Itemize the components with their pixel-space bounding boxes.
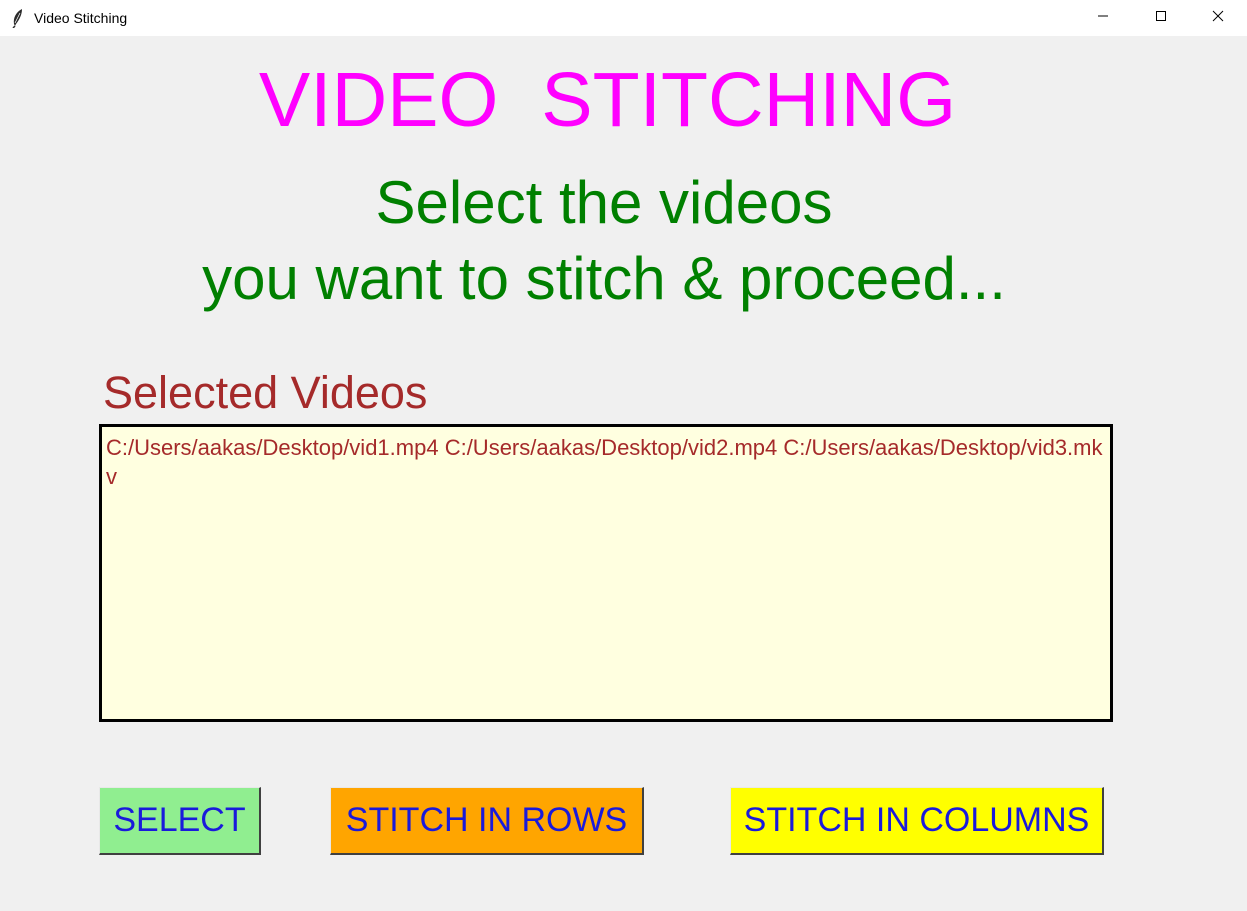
- instruction-line-1: Select the videos: [375, 169, 833, 236]
- close-icon: [1212, 9, 1224, 27]
- stitch-in-rows-button[interactable]: STITCH IN ROWS: [330, 787, 644, 855]
- app-window: Video Stitching VIDEO STITCHING Select t…: [0, 0, 1247, 911]
- selected-videos-text: C:/Users/aakas/Desktop/vid1.mp4 C:/Users…: [106, 435, 1103, 489]
- window-title: Video Stitching: [34, 10, 128, 26]
- maximize-icon: [1155, 9, 1167, 27]
- page-heading: VIDEO STITCHING: [258, 57, 957, 143]
- title-bar[interactable]: Video Stitching: [0, 0, 1247, 36]
- select-button[interactable]: SELECT: [99, 787, 261, 855]
- maximize-button[interactable]: [1138, 0, 1184, 36]
- feather-icon: [10, 8, 26, 29]
- selected-videos-label: Selected Videos: [103, 367, 428, 418]
- minimize-button[interactable]: [1080, 0, 1126, 36]
- close-button[interactable]: [1195, 0, 1241, 36]
- instruction-line-2: you want to stitch & proceed...: [202, 245, 1006, 312]
- stitch-in-columns-button[interactable]: STITCH IN COLUMNS: [730, 787, 1104, 855]
- selected-videos-textbox[interactable]: C:/Users/aakas/Desktop/vid1.mp4 C:/Users…: [99, 424, 1113, 722]
- minimize-icon: [1097, 9, 1109, 27]
